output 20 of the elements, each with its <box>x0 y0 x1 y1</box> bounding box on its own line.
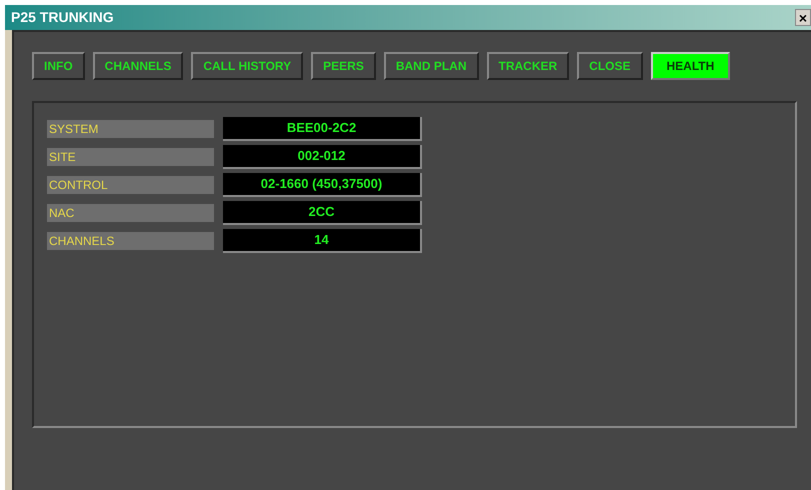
tab[interactable]: CLOSE <box>577 52 643 80</box>
field-label: NAC <box>47 204 214 222</box>
tab[interactable]: CHANNELS <box>92 52 184 80</box>
field-label: SITE <box>47 148 214 166</box>
field-label: SYSTEM <box>47 120 214 138</box>
tab[interactable]: HEALTH <box>650 52 730 80</box>
value-display: 002-012 <box>223 145 422 169</box>
value-display: 14 <box>223 229 422 253</box>
tab[interactable]: CALL HISTORY <box>191 52 304 80</box>
value-display: 02-1660 (450,37500) <box>223 173 422 197</box>
tab[interactable]: TRACKER <box>486 52 570 80</box>
tab[interactable]: BAND PLAN <box>384 52 478 80</box>
field-label: CHANNELS <box>47 232 214 250</box>
field-label: CONTROL <box>47 176 214 194</box>
close-button[interactable]: × <box>795 9 811 26</box>
value-display: 2CC <box>223 201 422 225</box>
tab[interactable]: PEERS <box>311 52 376 80</box>
value-display: BEE00-2C2 <box>223 117 422 141</box>
window-title: P25 TRUNKING <box>11 8 114 27</box>
tab[interactable]: INFO <box>32 52 85 80</box>
